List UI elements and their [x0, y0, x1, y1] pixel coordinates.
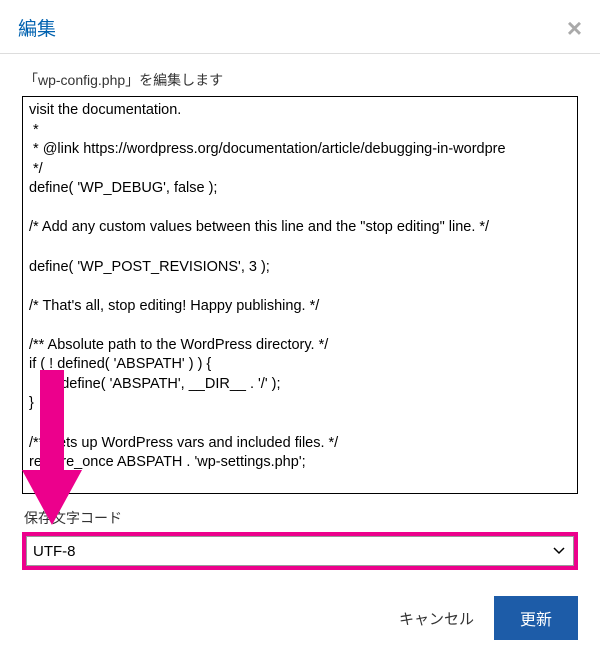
dialog-header: 編集 × [0, 0, 600, 54]
encoding-select[interactable]: UTF-8 [26, 536, 574, 566]
submit-button[interactable]: 更新 [494, 596, 578, 640]
dialog-title: 編集 [18, 14, 56, 41]
edit-subtitle: 「wp-config.php」を編集します [24, 70, 578, 90]
edit-dialog: 編集 × 「wp-config.php」を編集します 保存文字コード UTF-8… [0, 0, 600, 639]
dialog-footer: キャンセル 更新 [0, 580, 600, 658]
encoding-label: 保存文字コード [24, 508, 578, 528]
dialog-body: 「wp-config.php」を編集します 保存文字コード UTF-8 [0, 54, 600, 580]
cancel-button[interactable]: キャンセル [399, 608, 474, 629]
encoding-highlight: UTF-8 [22, 532, 578, 570]
close-icon[interactable]: × [567, 15, 582, 41]
code-editor[interactable] [22, 96, 578, 494]
